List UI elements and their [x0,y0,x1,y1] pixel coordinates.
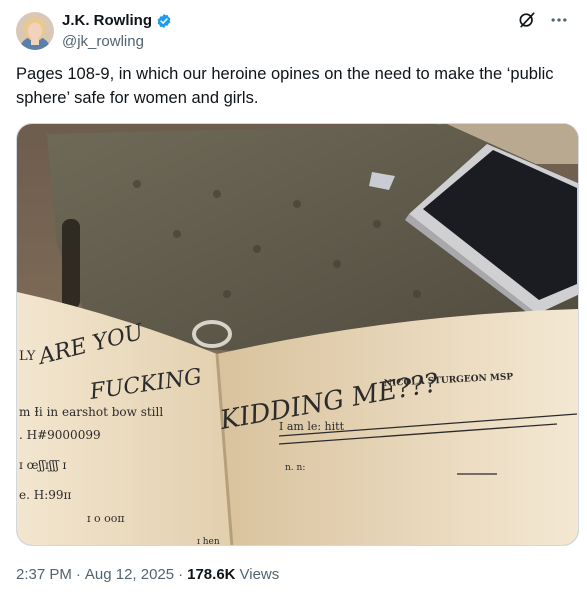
post-time[interactable]: 2:37 PM [16,566,72,583]
right-page-line-3: n. n: [285,463,305,473]
author-handle[interactable]: @jk_rowling [62,33,144,50]
author-name-row[interactable]: J.K. Rowling [62,12,172,29]
left-page-line-0: LY [19,349,36,364]
tweet-card: J.K. Rowling @jk_rowling Pages 108-9, in… [0,0,587,598]
tweet-meta: 2:37 PM · Aug 12, 2025 · 178.6K Views [16,566,279,583]
left-page-line-5: ɪ œʃʃɪʃʃʃ ɪ [19,458,66,472]
meta-separator: · [178,566,184,583]
left-page-line-4: . H#9000099 [19,428,101,442]
author-name[interactable]: J.K. Rowling [62,12,152,29]
grok-icon[interactable] [517,10,537,30]
left-page-line-3: m Ɨi in earshot bow still [19,405,163,419]
left-page-line-7: ɪ o ooɪɪ [87,512,125,525]
left-page-line-8: ɪ hen [197,537,220,546]
left-page-line-6: e. H:99ɪɪ [19,488,71,502]
meta-separator: · [75,566,81,583]
views-count: 178.6K [187,566,236,583]
more-icon[interactable] [549,10,569,30]
views-label: Views [239,566,280,583]
tweet-header: J.K. Rowling @jk_rowling [16,8,571,52]
tweet-text: Pages 108-9, in which our heroine opines… [16,65,554,107]
header-actions [517,10,569,30]
post-date[interactable]: Aug 12, 2025 [85,566,174,583]
right-page-line-2: I am le: hitt [279,420,345,433]
verified-badge-icon [157,13,171,28]
avatar[interactable] [16,12,54,50]
tweet-image[interactable]: LY ARE YOU FUCKING m Ɨi in earshot bow s… [16,123,579,546]
